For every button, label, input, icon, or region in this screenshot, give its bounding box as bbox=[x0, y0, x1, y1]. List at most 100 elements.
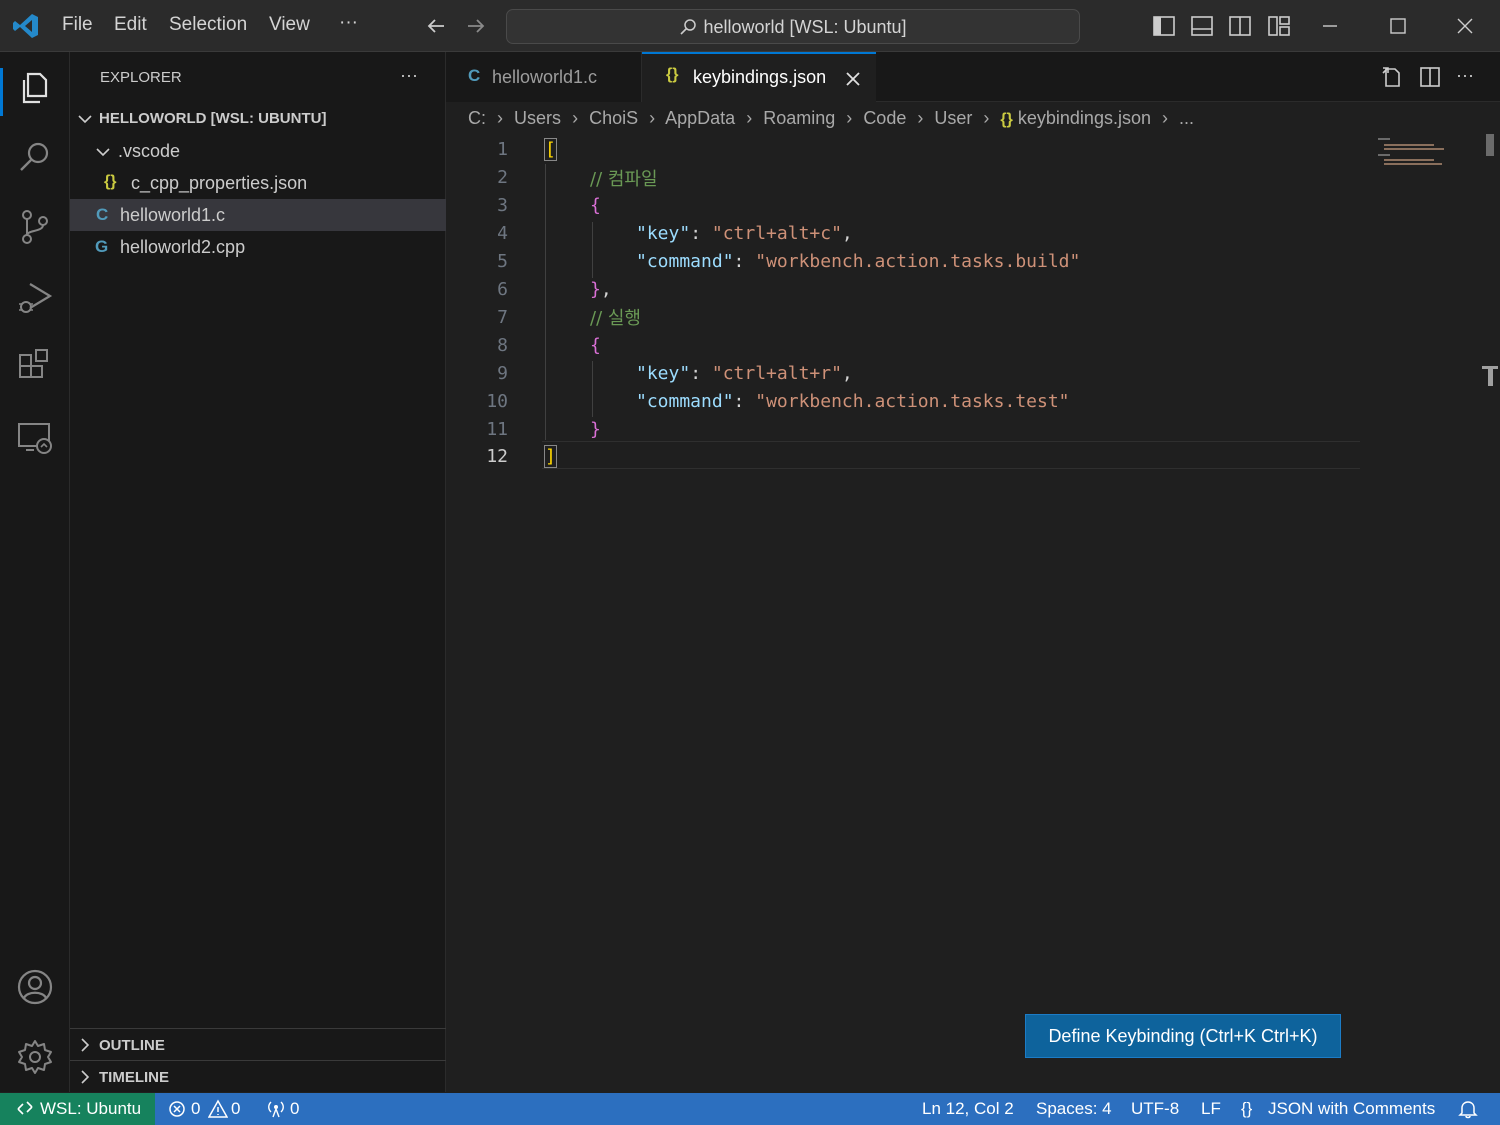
code-line-9: "key": "ctrl+alt+r", bbox=[636, 363, 853, 384]
code-line-4: "key": "ctrl+alt+c", bbox=[636, 223, 853, 244]
split-editor-icon[interactable] bbox=[1418, 65, 1442, 89]
language-mode[interactable]: JSON with Comments bbox=[1268, 1099, 1435, 1119]
braces-icon: {} bbox=[1241, 1099, 1253, 1118]
line-number: 5 bbox=[497, 251, 508, 272]
outline-label: OUTLINE bbox=[99, 1037, 165, 1054]
source-control-icon[interactable] bbox=[14, 206, 56, 248]
minimap[interactable] bbox=[1372, 134, 1450, 168]
menu-edit[interactable]: Edit bbox=[114, 14, 147, 36]
breadcrumb-item[interactable]: AppData bbox=[665, 108, 735, 128]
remote-indicator[interactable]: WSL: Ubuntu bbox=[0, 1093, 155, 1125]
breadcrumb-item[interactable]: Roaming bbox=[763, 108, 835, 128]
ports-count: 0 bbox=[290, 1099, 300, 1118]
timeline-section-header[interactable]: TIMELINE bbox=[70, 1062, 446, 1092]
code-line-6: }, bbox=[590, 279, 612, 300]
divider bbox=[70, 1028, 446, 1029]
maximize-icon[interactable] bbox=[1386, 14, 1410, 38]
line-number: 3 bbox=[497, 195, 508, 216]
menu-file[interactable]: File bbox=[62, 14, 93, 36]
close-window-icon[interactable] bbox=[1453, 14, 1477, 38]
line-number: 7 bbox=[497, 307, 508, 328]
editor-area[interactable]: C: › Users › ChoiS › AppData › Roaming ›… bbox=[446, 102, 1500, 1092]
end-of-line[interactable]: LF bbox=[1201, 1099, 1221, 1119]
code-line-3: { bbox=[590, 195, 601, 216]
code-string: "workbench.action.tasks.test" bbox=[755, 391, 1070, 412]
breadcrumb-item[interactable]: Users bbox=[514, 108, 561, 128]
file-item-helloworld2-cpp[interactable]: G helloworld2.cpp bbox=[70, 231, 446, 263]
c-file-icon: C bbox=[468, 66, 481, 85]
accounts-icon[interactable] bbox=[14, 966, 56, 1008]
menu-more[interactable]: ··· bbox=[339, 12, 358, 34]
breadcrumb: C: › Users › ChoiS › AppData › Roaming ›… bbox=[468, 108, 1195, 128]
editor-more-actions[interactable]: ··· bbox=[1456, 65, 1474, 86]
c-file-icon: C bbox=[96, 205, 109, 224]
warning-count: 0 bbox=[231, 1099, 241, 1118]
run-debug-icon[interactable] bbox=[14, 276, 56, 318]
file-name: c_cpp_properties.json bbox=[131, 173, 308, 193]
vertical-scrollbar-thumb[interactable] bbox=[1486, 134, 1494, 156]
code-comment: // 컴파일 bbox=[590, 169, 658, 190]
toggle-primary-sidebar-icon[interactable] bbox=[1152, 14, 1176, 38]
search-icon bbox=[679, 18, 697, 36]
code-string: "ctrl+alt+r" bbox=[711, 363, 842, 384]
indentation[interactable]: Spaces: 4 bbox=[1036, 1099, 1112, 1119]
explorer-more-button[interactable]: ··· bbox=[400, 65, 418, 86]
code-string: "ctrl+alt+c" bbox=[711, 223, 842, 244]
close-tab-icon[interactable] bbox=[844, 70, 862, 88]
chevron-right-icon bbox=[76, 1068, 94, 1086]
settings-gear-icon[interactable] bbox=[14, 1036, 56, 1078]
tab-keybindings-json[interactable]: {} keybindings.json bbox=[642, 52, 876, 103]
toggle-secondary-sidebar-icon[interactable] bbox=[1228, 14, 1252, 38]
outline-section-header[interactable]: OUTLINE bbox=[70, 1030, 446, 1060]
explorer-sidebar: EXPLORER ··· HELLOWORLD [WSL: UBUNTU] .v… bbox=[70, 52, 446, 1092]
tab-helloworld1-c[interactable]: C helloworld1.c bbox=[446, 52, 642, 102]
open-settings-json-icon[interactable] bbox=[1380, 65, 1404, 89]
code-line-1: [ bbox=[544, 138, 557, 161]
explorer-icon[interactable] bbox=[14, 66, 56, 108]
customize-layout-icon[interactable] bbox=[1267, 14, 1291, 38]
code-line-10: "command": "workbench.action.tasks.test" bbox=[636, 391, 1070, 412]
menu-view[interactable]: View bbox=[269, 14, 310, 36]
breadcrumb-item[interactable]: keybindings.json bbox=[1018, 108, 1151, 128]
code-key: "key" bbox=[636, 363, 691, 384]
toggle-panel-icon[interactable] bbox=[1190, 14, 1214, 38]
command-center-search[interactable]: helloworld [WSL: Ubuntu] bbox=[506, 9, 1080, 44]
workspace-root[interactable]: HELLOWORLD [WSL: UBUNTU] bbox=[99, 110, 326, 127]
breadcrumb-item[interactable]: User bbox=[934, 108, 972, 128]
problems-indicator[interactable]: 0 0 bbox=[168, 1093, 248, 1125]
vscode-logo-icon bbox=[12, 12, 40, 40]
search-icon[interactable] bbox=[14, 136, 56, 178]
menu-selection[interactable]: Selection bbox=[169, 14, 247, 36]
folder-vscode[interactable]: .vscode bbox=[118, 141, 180, 162]
file-item-c-cpp-properties[interactable]: {} c_cpp_properties.json bbox=[70, 167, 446, 199]
encoding[interactable]: UTF-8 bbox=[1131, 1099, 1179, 1119]
back-arrow-icon[interactable] bbox=[425, 15, 447, 37]
warning-icon bbox=[208, 1099, 228, 1119]
tab-label: helloworld1.c bbox=[492, 67, 598, 87]
title-bar: File Edit Selection View ··· helloworld … bbox=[0, 0, 1500, 52]
editor-tab-bar: C helloworld1.c {} keybindings.json ··· bbox=[446, 52, 1500, 103]
file-item-helloworld1-c[interactable]: C helloworld1.c bbox=[70, 199, 446, 231]
breadcrumb-item[interactable]: C: bbox=[468, 108, 486, 128]
breadcrumb-item[interactable]: Code bbox=[863, 108, 906, 128]
code-comment: // 실행 bbox=[590, 308, 641, 329]
define-keybinding-button[interactable]: Define Keybinding (Ctrl+K Ctrl+K) bbox=[1025, 1014, 1341, 1058]
line-number: 2 bbox=[497, 167, 508, 188]
json-file-icon: {} bbox=[104, 173, 117, 190]
remote-explorer-icon[interactable] bbox=[14, 416, 56, 458]
line-number-current: 12 bbox=[486, 446, 508, 467]
cursor-position[interactable]: Ln 12, Col 2 bbox=[922, 1099, 1014, 1119]
divider bbox=[70, 1060, 446, 1061]
active-indicator bbox=[0, 68, 3, 116]
notifications-bell-icon[interactable] bbox=[1458, 1099, 1478, 1119]
indent-guide bbox=[592, 361, 593, 417]
code-string: "workbench.action.tasks.build" bbox=[755, 251, 1081, 272]
breadcrumb-item[interactable]: ... bbox=[1179, 108, 1194, 128]
remote-label: WSL: Ubuntu bbox=[40, 1099, 142, 1118]
extensions-icon[interactable] bbox=[14, 346, 56, 388]
breadcrumb-item[interactable]: ChoiS bbox=[589, 108, 638, 128]
line-number: 4 bbox=[497, 223, 508, 244]
minimize-icon[interactable] bbox=[1318, 14, 1342, 38]
forward-arrow-icon[interactable] bbox=[465, 15, 487, 37]
ports-indicator[interactable]: 0 bbox=[266, 1093, 306, 1125]
